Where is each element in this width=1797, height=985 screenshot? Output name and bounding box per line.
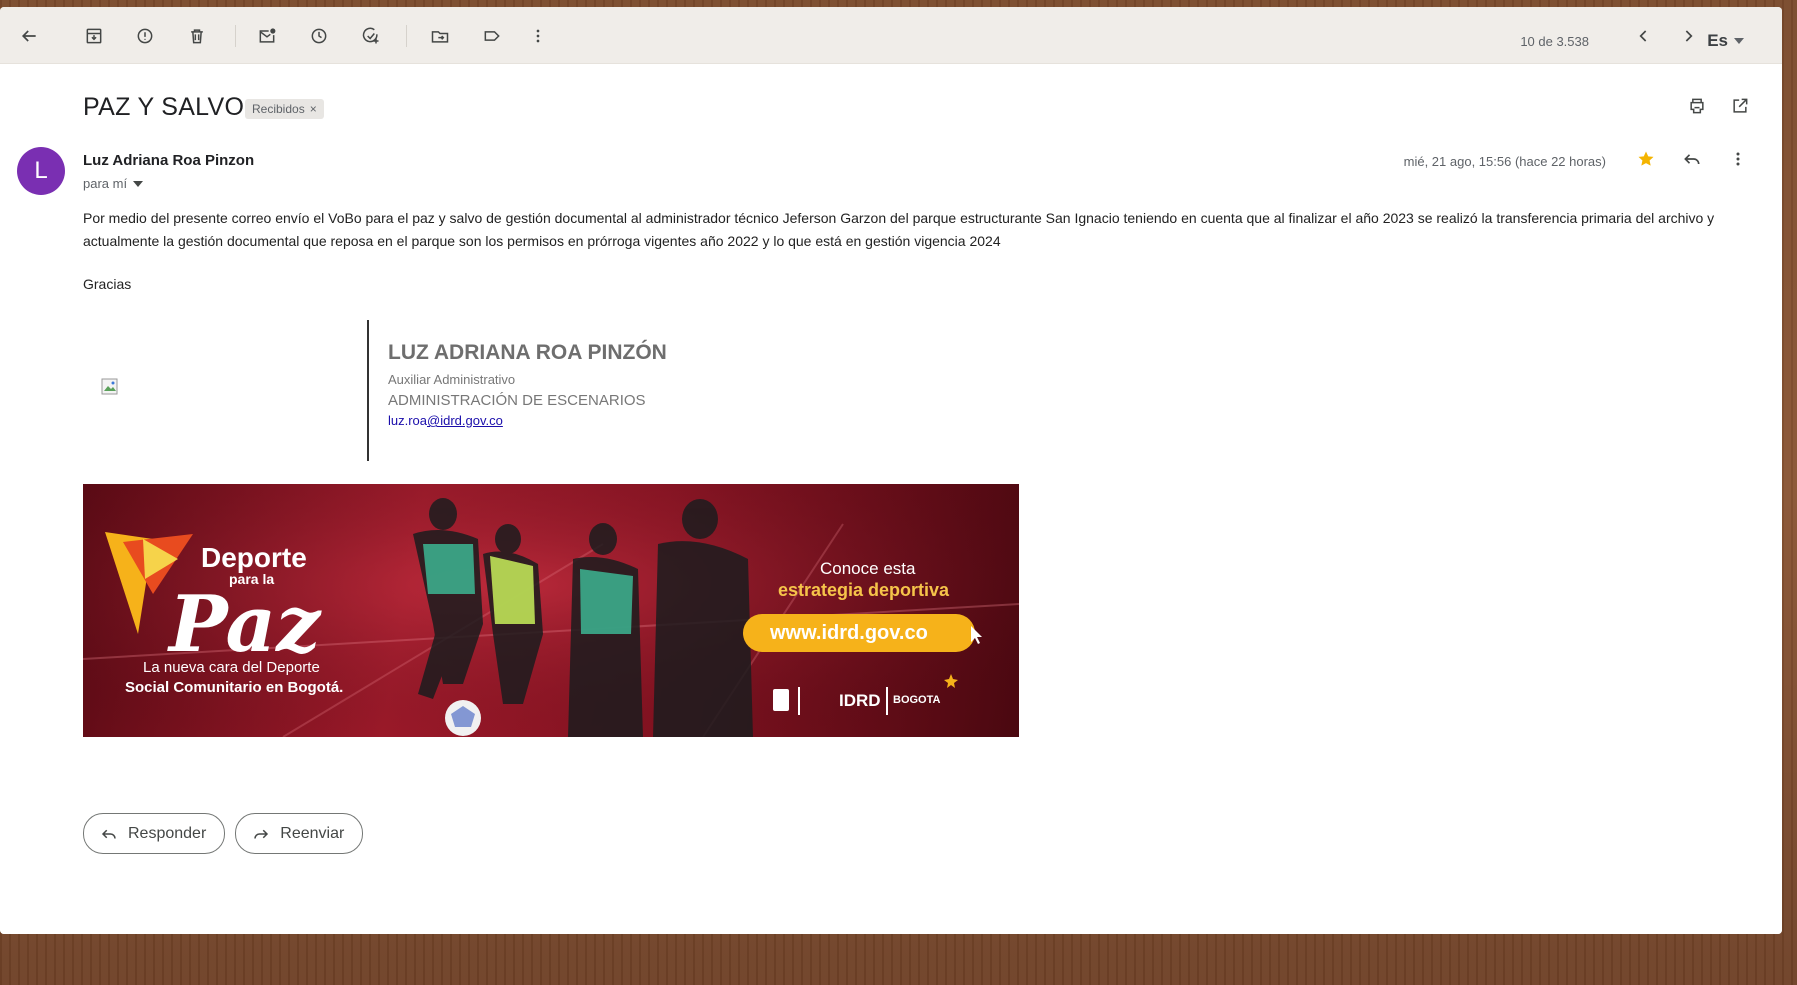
message-actions: [1634, 147, 1750, 171]
mail-window: 10 de 3.538 Es PAZ Y SALVO Recibidos × L …: [0, 7, 1782, 934]
signature-email-link[interactable]: @idrd.gov.co: [427, 413, 503, 428]
toolbar-divider: [235, 25, 236, 47]
reply-button[interactable]: Responder: [83, 813, 226, 854]
label-icon[interactable]: [477, 21, 507, 51]
back-arrow-icon[interactable]: [14, 21, 44, 51]
remove-label-icon[interactable]: ×: [310, 102, 317, 116]
promo-banner[interactable]: Deporte para la Paz La nueva cara del De…: [83, 484, 1019, 737]
caret-down-icon: [1734, 38, 1744, 44]
banner-logo-idrd: IDRD: [839, 691, 881, 710]
broken-image-icon: [101, 378, 118, 395]
pagination-count: 10 de 3.538: [1520, 34, 1589, 49]
email-view: PAZ Y SALVO Recibidos × L Luz Adriana Roa…: [0, 64, 1782, 934]
signature-email[interactable]: luz.roa@idrd.gov.co: [388, 413, 503, 428]
report-spam-icon[interactable]: [130, 21, 160, 51]
mark-unread-icon[interactable]: [252, 21, 282, 51]
reply-label: Responder: [128, 824, 207, 842]
banner-url[interactable]: www.idrd.gov.co: [770, 622, 928, 645]
more-vert-icon[interactable]: [523, 21, 553, 51]
recipient-label: para mí: [83, 176, 128, 191]
print-icon[interactable]: [1685, 94, 1709, 118]
signature-name: LUZ ADRIANA ROA PINZÓN: [388, 341, 667, 364]
forward-label: Reenviar: [280, 824, 345, 842]
delete-icon[interactable]: [182, 21, 212, 51]
caret-down-icon: [133, 180, 144, 187]
banner-cta-line-2: estrategia deportiva: [778, 580, 950, 600]
reply-icon: [101, 829, 116, 839]
email-date: mié, 21 ago, 15:56 (hace 22 horas): [1403, 154, 1606, 169]
email-view-actions: [1685, 94, 1752, 118]
toolbar: 10 de 3.538 Es: [0, 7, 1782, 64]
language-label: Es: [1707, 31, 1728, 50]
banner-cta-line-1: Conoce esta: [820, 559, 916, 578]
recipient-details[interactable]: para mí: [83, 176, 144, 191]
more-vert-icon[interactable]: [1726, 147, 1750, 171]
banner-logo-bogota: BOGOTA: [893, 694, 941, 706]
archive-icon[interactable]: [79, 21, 109, 51]
language-selector[interactable]: Es: [1707, 31, 1744, 51]
forward-button[interactable]: Reenviar: [235, 813, 364, 854]
sender-avatar[interactable]: L: [17, 147, 65, 195]
email-body: Por medio del presente correo envío el V…: [83, 210, 1715, 249]
chevron-right-icon[interactable]: [1673, 21, 1703, 51]
email-closing: Gracias: [83, 276, 132, 292]
signature-department: ADMINISTRACIÓN DE ESCENARIOS: [388, 392, 646, 409]
add-task-icon[interactable]: [356, 21, 386, 51]
signature-role: Auxiliar Administrativo: [388, 372, 516, 387]
label-text: Recibidos: [252, 102, 305, 116]
move-to-icon[interactable]: [425, 21, 455, 51]
email-subject: PAZ Y SALVO: [83, 93, 245, 121]
reply-actions: Responder Reenviar: [83, 813, 364, 854]
open-new-window-icon[interactable]: [1728, 94, 1752, 118]
inbox-label-chip[interactable]: Recibidos ×: [245, 99, 324, 119]
banner-title-deporte: Deporte: [201, 542, 307, 573]
banner-tagline-2: Social Comunitario en Bogotá.: [125, 679, 344, 696]
toolbar-divider: [406, 25, 407, 47]
star-icon[interactable]: [1634, 147, 1658, 171]
banner-title-paz: Paz: [169, 579, 321, 670]
signature-divider: [367, 320, 369, 461]
banner-tagline-1: La nueva cara del Deporte: [143, 659, 320, 676]
chevron-left-icon[interactable]: [1629, 21, 1659, 51]
sender-name[interactable]: Luz Adriana Roa Pinzon: [83, 152, 254, 169]
signature-email-user: luz.roa: [388, 413, 428, 428]
reply-icon[interactable]: [1680, 147, 1704, 171]
snooze-icon[interactable]: [304, 21, 334, 51]
forward-icon: [254, 829, 269, 839]
